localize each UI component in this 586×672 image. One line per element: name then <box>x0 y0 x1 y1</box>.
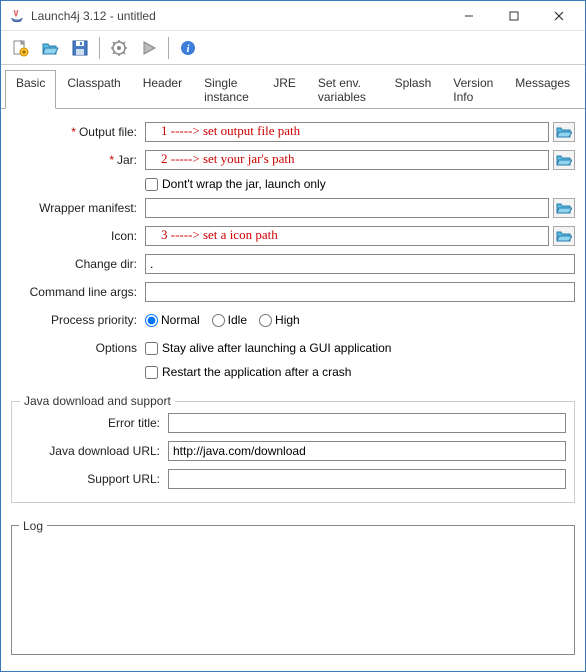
new-button[interactable] <box>7 35 33 61</box>
toolbar-separator <box>99 37 100 59</box>
icon-label: Icon: <box>11 229 145 243</box>
java-download-legend: Java download and support <box>20 394 175 408</box>
wrapper-manifest-input[interactable] <box>145 198 549 218</box>
window-title: Launch4j 3.12 - untitled <box>31 9 446 23</box>
priority-normal-label: Normal <box>161 313 200 327</box>
priority-normal-radio[interactable] <box>145 314 158 327</box>
java-icon <box>9 8 25 24</box>
stay-alive-checkbox[interactable] <box>145 342 158 355</box>
icon-browse[interactable] <box>553 226 575 246</box>
tab-env[interactable]: Set env. variables <box>307 70 384 109</box>
titlebar: Launch4j 3.12 - untitled <box>1 1 585 31</box>
tab-splash[interactable]: Splash <box>384 70 443 109</box>
wrapper-manifest-browse[interactable] <box>553 198 575 218</box>
tab-jre[interactable]: JRE <box>262 70 307 109</box>
tab-header[interactable]: Header <box>132 70 193 109</box>
minimize-button[interactable] <box>446 2 491 30</box>
tab-version[interactable]: Version Info <box>442 70 504 109</box>
restart-checkbox[interactable] <box>145 366 158 379</box>
tab-bar: Basic Classpath Header Single instance J… <box>1 65 585 109</box>
error-title-input[interactable] <box>168 413 566 433</box>
tab-messages[interactable]: Messages <box>504 70 581 109</box>
support-url-label: Support URL: <box>20 472 168 486</box>
priority-idle-radio[interactable] <box>212 314 225 327</box>
jar-label: *Jar: <box>11 153 145 167</box>
change-dir-input[interactable] <box>145 254 575 274</box>
dont-wrap-checkbox[interactable] <box>145 178 158 191</box>
jar-input[interactable] <box>145 150 549 170</box>
close-button[interactable] <box>536 2 581 30</box>
output-file-input[interactable] <box>145 122 549 142</box>
icon-input[interactable] <box>145 226 549 246</box>
dont-wrap-label: Dont't wrap the jar, launch only <box>162 177 326 191</box>
stay-alive-label: Stay alive after launching a GUI applica… <box>162 341 391 355</box>
cmd-args-label: Command line args: <box>11 285 145 299</box>
log-textarea[interactable] <box>11 525 575 655</box>
java-url-label: Java download URL: <box>20 444 168 458</box>
change-dir-label: Change dir: <box>11 257 145 271</box>
restart-label: Restart the application after a crash <box>162 365 351 379</box>
info-button[interactable]: i <box>175 35 201 61</box>
priority-high-label: High <box>275 313 300 327</box>
maximize-button[interactable] <box>491 2 536 30</box>
error-title-label: Error title: <box>20 416 168 430</box>
output-file-browse[interactable] <box>553 122 575 142</box>
tab-single-instance[interactable]: Single instance <box>193 70 262 109</box>
support-url-input[interactable] <box>168 469 566 489</box>
priority-high-radio[interactable] <box>259 314 272 327</box>
wrapper-manifest-label: Wrapper manifest: <box>11 201 145 215</box>
toolbar-separator <box>168 37 169 59</box>
output-file-label: *Output file: <box>11 125 145 139</box>
run-button[interactable] <box>136 35 162 61</box>
priority-idle-label: Idle <box>228 313 247 327</box>
log-group: Log <box>11 511 575 658</box>
java-url-input[interactable] <box>168 441 566 461</box>
toolbar: i <box>1 31 585 65</box>
basic-form: *Output file: 1 -----> set output file p… <box>1 109 585 391</box>
settings-button[interactable] <box>106 35 132 61</box>
cmd-args-input[interactable] <box>145 282 575 302</box>
tab-basic[interactable]: Basic <box>5 70 56 109</box>
jar-browse[interactable] <box>553 150 575 170</box>
log-legend: Log <box>19 519 47 533</box>
tab-classpath[interactable]: Classpath <box>56 70 131 109</box>
priority-label: Process priority: <box>11 313 145 327</box>
java-download-group: Java download and support Error title: J… <box>11 401 575 503</box>
save-button[interactable] <box>67 35 93 61</box>
options-label: Options <box>11 341 145 355</box>
open-button[interactable] <box>37 35 63 61</box>
